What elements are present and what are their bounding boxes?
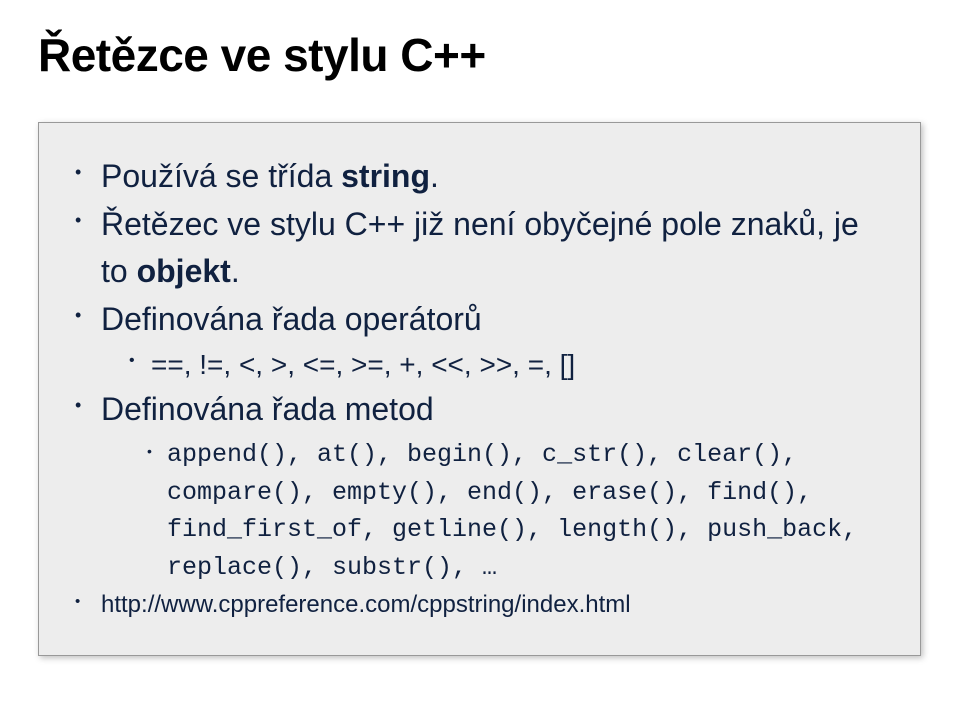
- bullet-text: Definována řada operátorů: [101, 301, 482, 337]
- slide-title: Řetězce ve stylu C++: [38, 28, 921, 82]
- sub-bullet-list: ==, !=, <, >, <=, >=, +, <<, >>, =, []: [101, 345, 892, 384]
- sub-bullet-item: append(), at(), begin(), c_str(), clear(…: [101, 436, 892, 586]
- bullet-text: Definována řada metod: [101, 391, 434, 427]
- sub-bullet-text: ==, !=, <, >, <=, >=, +, <<, >>, =, []: [151, 349, 575, 380]
- bullet-list: Používá se třída string. Řetězec ve styl…: [67, 153, 892, 623]
- bullet-item-link: http://www.cppreference.com/cppstring/in…: [67, 588, 892, 623]
- bullet-text: .: [430, 158, 439, 194]
- bullet-text-bold: string: [341, 158, 430, 194]
- bullet-item: Používá se třída string.: [67, 153, 892, 199]
- bullet-item: Řetězec ve stylu C++ již není obyčejné p…: [67, 201, 892, 294]
- slide: Řetězce ve stylu C++ Používá se třída st…: [0, 0, 959, 719]
- sub-bullet-text-code: append(), at(), begin(), c_str(), clear(…: [167, 440, 857, 582]
- content-box: Používá se třída string. Řetězec ve styl…: [38, 122, 921, 656]
- bullet-text: Používá se třída: [101, 158, 341, 194]
- link-text: http://www.cppreference.com/cppstring/in…: [101, 591, 631, 618]
- bullet-text-bold: objekt: [137, 253, 231, 289]
- sub-bullet-item: ==, !=, <, >, <=, >=, +, <<, >>, =, []: [101, 345, 892, 384]
- sub-bullet-list: append(), at(), begin(), c_str(), clear(…: [101, 436, 892, 586]
- bullet-text: .: [231, 253, 240, 289]
- bullet-item: Definována řada operátorů ==, !=, <, >, …: [67, 296, 892, 384]
- bullet-item: Definována řada metod append(), at(), be…: [67, 386, 892, 586]
